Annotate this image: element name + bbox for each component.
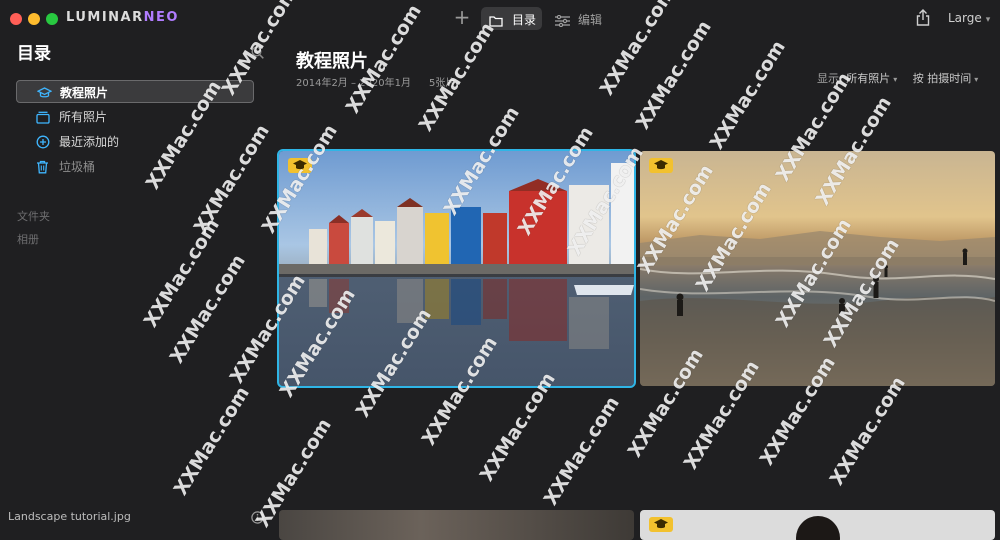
sidebar-item-recently-added[interactable]: 最近添加的 — [16, 130, 254, 153]
chevron-down-icon: ▾ — [893, 75, 898, 84]
title-bar: LUMINARNEO + 目录 编辑 Large ▾ — [0, 0, 1000, 36]
date-range: 2014年2月 – 2020年1月 — [296, 78, 411, 89]
share-button[interactable] — [916, 9, 930, 30]
show-filter-label: 显示: — [817, 72, 843, 85]
show-filter-select[interactable]: 所有照片 ▾ — [846, 72, 909, 85]
sidebar: 目录 教程照片 所有照片 最近添加的 垃圾桶 文件夹 相册 Landscape … — [0, 36, 275, 532]
app-logo: LUMINARNEO — [66, 10, 179, 25]
chevron-down-icon: ▾ — [985, 15, 991, 25]
sidebar-title: 目录 — [17, 44, 51, 64]
sidebar-item-all-photos[interactable]: 所有照片 — [16, 105, 254, 128]
sort-select[interactable]: 按 拍摄时间 ▾ — [913, 72, 991, 85]
albums-section-header[interactable]: 相册 — [17, 231, 39, 247]
sidebar-item-label: 所有照片 — [59, 110, 108, 124]
info-button[interactable] — [251, 509, 264, 528]
selected-filename: Landscape tutorial.jpg — [8, 510, 131, 523]
search-button[interactable] — [251, 44, 264, 63]
share-icon — [916, 9, 930, 30]
album-meta: 2014年2月 – 2020年1月 5张片 — [296, 74, 455, 89]
beach-image — [640, 231, 995, 386]
main-content: 教程照片 2014年2月 – 2020年1月 5张片 显示: 所有照片 ▾ 按 拍摄… — [275, 36, 1000, 540]
tab-catalog[interactable]: 目录 — [481, 7, 542, 30]
tab-catalog-label: 目录 — [512, 13, 537, 27]
folder-icon — [489, 12, 503, 31]
photo-thumbnail[interactable] — [279, 510, 634, 540]
zoom-window-button[interactable] — [46, 13, 58, 25]
search-icon — [251, 44, 264, 63]
trash-icon — [36, 159, 49, 178]
mortarboard-icon — [293, 160, 307, 170]
photos-icon — [36, 109, 50, 128]
sidebar-item-label: 教程照片 — [60, 86, 109, 100]
portrait-image — [796, 516, 840, 540]
sidebar-item-trash[interactable]: 垃圾桶 — [16, 155, 254, 178]
sidebar-item-label: 垃圾桶 — [59, 160, 96, 174]
harbour-image — [279, 163, 634, 349]
mortarboard-icon — [36, 85, 53, 104]
chevron-down-icon: ▾ — [974, 75, 979, 84]
minimize-window-button[interactable] — [28, 13, 40, 25]
view-controls: 显示: 所有照片 ▾ 按 拍摄时间 ▾ — [817, 70, 990, 86]
tutorial-badge — [649, 158, 673, 173]
photo-thumbnail[interactable] — [640, 510, 995, 540]
add-circle-icon — [36, 134, 50, 153]
add-photos-button[interactable]: + — [452, 7, 472, 28]
mortarboard-icon — [654, 160, 668, 170]
folders-section-header[interactable]: 文件夹 — [17, 208, 50, 224]
info-icon — [251, 509, 264, 528]
sliders-icon — [555, 12, 570, 31]
tutorial-badge — [288, 158, 312, 173]
sidebar-item-tutorial-photos[interactable]: 教程照片 — [16, 80, 254, 103]
tab-edit-label: 编辑 — [578, 13, 603, 27]
sidebar-item-label: 最近添加的 — [59, 135, 120, 149]
photo-thumbnail[interactable] — [277, 149, 636, 388]
photo-count: 5张片 — [428, 78, 456, 89]
close-window-button[interactable] — [10, 13, 22, 25]
photo-thumbnail[interactable] — [640, 151, 995, 386]
page-title: 教程照片 — [296, 51, 368, 72]
thumbnail-size-select[interactable]: Large ▾ — [948, 11, 990, 25]
